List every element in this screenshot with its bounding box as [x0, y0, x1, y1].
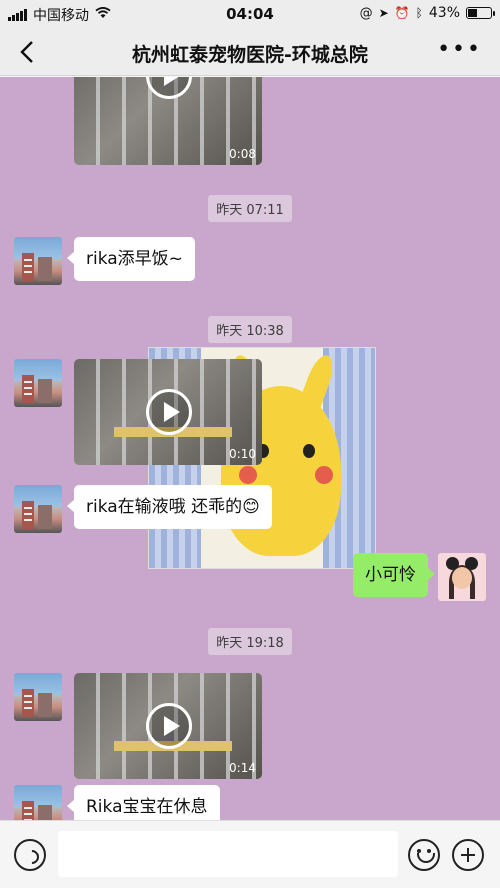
status-bar: 中国移动 04:04 @ ➤ ⏰ ᛒ 43% — [0, 0, 500, 28]
hospital-avatar[interactable] — [14, 485, 62, 533]
message-input[interactable] — [58, 831, 398, 877]
video-duration: 0:14 — [229, 761, 256, 775]
battery-percent: 43% — [428, 5, 460, 21]
my-avatar[interactable] — [438, 553, 486, 601]
text-message-outgoing[interactable]: 小可怜 — [353, 553, 435, 597]
timestamp: 昨天 10:38 — [0, 316, 500, 343]
video-duration: 0:10 — [229, 447, 256, 461]
video-message[interactable]: 0:14 — [74, 673, 262, 779]
emoji-button[interactable] — [408, 839, 440, 871]
timestamp: 昨天 19:18 — [0, 628, 500, 655]
back-button[interactable] — [16, 38, 40, 66]
bluetooth-icon: ᛒ — [415, 6, 423, 20]
hospital-avatar[interactable] — [14, 359, 62, 407]
battery-level — [468, 9, 477, 17]
timestamp: 昨天 07:11 — [0, 195, 500, 222]
message-list[interactable]: 0:08 昨天 07:11 rika添早饭~ 昨天 10:38 0:10 rik… — [0, 77, 500, 820]
text-message[interactable]: rika在输液哦 还乖的😊 — [67, 485, 272, 529]
play-icon — [146, 389, 192, 435]
voice-input-button[interactable] — [14, 839, 46, 871]
battery-icon — [466, 7, 495, 19]
hospital-avatar[interactable] — [14, 673, 62, 721]
chat-header: 杭州虹泰宠物医院-环城总院 ••• — [0, 28, 500, 76]
text-message[interactable]: Rika宝宝在休息 — [67, 785, 220, 820]
hospital-avatar[interactable] — [14, 785, 62, 820]
more-options-button[interactable]: ••• — [437, 39, 482, 61]
chat-title: 杭州虹泰宠物医院-环城总院 — [132, 44, 368, 66]
video-message[interactable]: 0:10 — [74, 359, 262, 465]
status-right: @ ➤ ⏰ ᛒ 43% — [359, 5, 495, 21]
video-duration: 0:08 — [229, 147, 256, 161]
input-bar — [0, 820, 500, 888]
text-message[interactable]: rika添早饭~ — [67, 237, 195, 281]
chevron-left-icon — [20, 41, 33, 63]
play-icon — [146, 703, 192, 749]
rotation-lock-icon: @ — [359, 5, 373, 21]
alarm-icon: ⏰ — [394, 6, 410, 20]
location-icon: ➤ — [378, 6, 389, 20]
hospital-avatar[interactable] — [14, 237, 62, 285]
video-message[interactable]: 0:08 — [74, 77, 262, 165]
more-actions-button[interactable] — [452, 839, 484, 871]
